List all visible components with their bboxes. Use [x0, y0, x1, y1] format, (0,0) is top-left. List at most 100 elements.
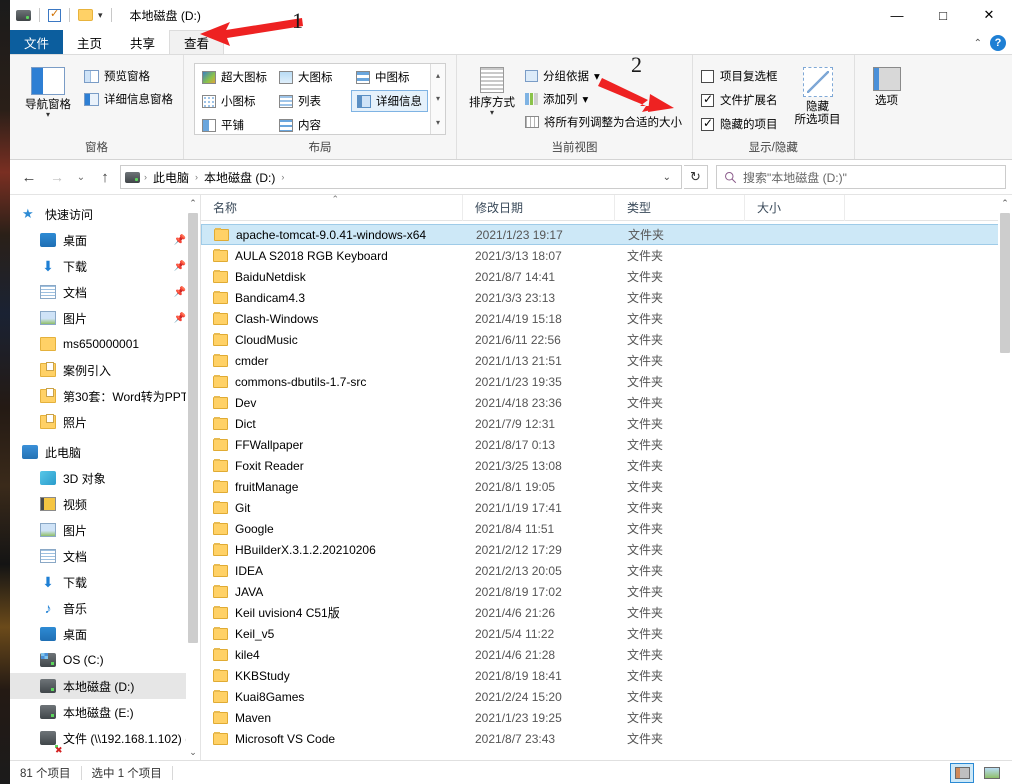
details-pane-button[interactable]: 详细信息窗格 [80, 89, 177, 109]
sidebar-item-desktop[interactable]: 桌面 📌 [10, 227, 200, 253]
table-row[interactable]: Bandicam4.3 2021/3/3 23:13 文件夹 [201, 287, 1012, 308]
drive-icon[interactable] [125, 171, 140, 183]
recent-locations-button[interactable]: ⌄ [72, 164, 90, 190]
hide-selected-items-button[interactable]: 隐藏 所选项目 [788, 63, 848, 127]
table-row[interactable]: commons-dbutils-1.7-src 2021/1/23 19:35 文件… [201, 371, 1012, 392]
column-header-size[interactable]: 大小 [745, 195, 845, 221]
sidebar-scrollbar[interactable]: ⌃ ⌄ [186, 195, 200, 760]
sidebar-item-music[interactable]: ♪ 音乐 [10, 595, 200, 621]
layout-small-icons[interactable]: 小图标 [197, 91, 274, 111]
column-header-name[interactable]: ⌃ 名称 [201, 195, 463, 221]
breadcrumb-separator[interactable]: › [144, 172, 147, 182]
sidebar-item-downloads[interactable]: ⬇ 下载 📌 [10, 253, 200, 279]
gallery-scrollbar[interactable]: ▴ ▾ ▾ [430, 64, 445, 134]
item-checkboxes-option[interactable]: 项目复选框 [699, 66, 780, 86]
new-folder-icon[interactable] [78, 9, 93, 21]
sidebar-item-videos[interactable]: 视频 [10, 491, 200, 517]
options-button[interactable]: 选项 [861, 63, 913, 108]
breadcrumb-local-disk-d[interactable]: 本地磁盘 (D:) [202, 169, 277, 186]
breadcrumb-this-pc[interactable]: 此电脑 [151, 169, 191, 186]
layout-details[interactable]: 详细信息 [351, 90, 428, 112]
table-row[interactable]: Microsoft VS Code 2021/8/7 23:43 文件夹 [201, 728, 1012, 749]
sidebar-item-ms650000001[interactable]: ms650000001 [10, 331, 200, 357]
maximize-button[interactable]: □ [920, 0, 966, 30]
properties-icon[interactable] [48, 7, 61, 22]
sidebar-item-case-intro[interactable]: 案例引入 [10, 357, 200, 383]
table-row[interactable]: Git 2021/1/19 17:41 文件夹 [201, 497, 1012, 518]
back-button[interactable]: ← [16, 164, 42, 190]
sidebar-item-documents[interactable]: 文档 📌 [10, 279, 200, 305]
column-header-type[interactable]: 类型 [615, 195, 745, 221]
table-row[interactable]: fruitManage 2021/8/1 19:05 文件夹 [201, 476, 1012, 497]
gallery-expand-icon[interactable]: ▾ [436, 118, 440, 127]
table-row[interactable]: Maven 2021/1/23 19:25 文件夹 [201, 707, 1012, 728]
table-row[interactable]: FFWallpaper 2021/8/17 0:13 文件夹 [201, 434, 1012, 455]
sidebar-item-local-disk-d[interactable]: 本地磁盘 (D:) [10, 673, 200, 699]
large-icons-view-button[interactable] [980, 763, 1004, 783]
sidebar-item-downloads-pc[interactable]: ⬇ 下载 [10, 569, 200, 595]
table-row[interactable]: Dev 2021/4/18 23:36 文件夹 [201, 392, 1012, 413]
sidebar-item-quick-access[interactable]: ★ 快速访问 [10, 201, 200, 227]
sidebar-item-set30-word-to-ppt[interactable]: 第30套：Word转为PPT [10, 383, 200, 409]
tab-share[interactable]: 共享 [116, 30, 169, 54]
group-by-button[interactable]: 分组依据 ▾ [521, 66, 686, 86]
address-dropdown-icon[interactable]: ⌄ [657, 172, 677, 183]
breadcrumb[interactable]: › 此电脑 › 本地磁盘 (D:) › ⌄ [120, 165, 682, 189]
table-row[interactable]: Clash-Windows 2021/4/19 15:18 文件夹 [201, 308, 1012, 329]
gallery-scroll-down-icon[interactable]: ▾ [436, 94, 440, 103]
chevron-down-icon[interactable]: ▾ [46, 111, 50, 119]
sidebar-item-documents-pc[interactable]: 文档 [10, 543, 200, 569]
chevron-down-icon[interactable]: ▾ [583, 92, 589, 106]
tab-view[interactable]: 查看 [169, 30, 225, 54]
sidebar-item-desktop-pc[interactable]: 桌面 [10, 621, 200, 647]
table-row[interactable]: Keil uvision4 C51版 2021/4/6 21:26 文件夹 [201, 602, 1012, 623]
forward-button[interactable]: → [44, 164, 70, 190]
breadcrumb-separator[interactable]: › [281, 172, 284, 182]
sidebar-item-os-c[interactable]: OS (C:) [10, 647, 200, 673]
table-row[interactable]: Keil_v5 2021/5/4 11:22 文件夹 [201, 623, 1012, 644]
tab-file[interactable]: 文件 [10, 30, 64, 54]
up-button[interactable]: ↑ [92, 164, 118, 190]
sidebar-item-photos[interactable]: 照片 [10, 409, 200, 435]
table-row[interactable]: IDEA 2021/2/13 20:05 文件夹 [201, 560, 1012, 581]
table-row[interactable]: Dict 2021/7/9 12:31 文件夹 [201, 413, 1012, 434]
table-row[interactable]: Google 2021/8/4 11:51 文件夹 [201, 518, 1012, 539]
fit-columns-button[interactable]: 将所有列调整为合适的大小 [521, 112, 686, 132]
details-view-button[interactable] [950, 762, 974, 783]
pin-icon[interactable]: 📌 [174, 261, 186, 272]
close-button[interactable]: ✕ [966, 0, 1012, 30]
table-row[interactable]: BaiduNetdisk 2021/8/7 14:41 文件夹 [201, 266, 1012, 287]
sidebar-item-pictures-pc[interactable]: 图片 [10, 517, 200, 543]
scrollbar-thumb[interactable] [1000, 213, 1010, 353]
tab-home[interactable]: 主页 [63, 30, 116, 54]
layout-tiles[interactable]: 平铺 [197, 115, 274, 135]
help-icon[interactable]: ? [990, 35, 1006, 51]
file-list-scrollbar[interactable]: ⌃ [998, 195, 1012, 760]
search-input[interactable]: 搜索"本地磁盘 (D:)" [716, 165, 1006, 189]
table-row[interactable]: apache-tomcat-9.0.41-windows-x64 2021/1/2… [201, 224, 1012, 245]
collapse-ribbon-icon[interactable]: ⌃ [974, 38, 982, 49]
preview-pane-button[interactable]: 预览窗格 [80, 66, 177, 86]
sidebar-item-pictures[interactable]: 图片 📌 [10, 305, 200, 331]
minimize-button[interactable]: — [874, 0, 920, 30]
layout-medium-icons[interactable]: 中图标 [351, 67, 428, 87]
chevron-down-icon[interactable]: ▾ [490, 109, 494, 117]
layout-extra-large-icons[interactable]: 超大图标 [197, 67, 274, 87]
pin-icon[interactable]: 📌 [174, 287, 186, 298]
pin-icon[interactable]: 📌 [174, 235, 186, 246]
navigation-pane-button[interactable]: 导航窗格 ▾ [16, 63, 80, 119]
hidden-items-option[interactable]: 隐藏的项目 [699, 114, 780, 134]
table-row[interactable]: JAVA 2021/8/19 17:02 文件夹 [201, 581, 1012, 602]
chevron-down-icon[interactable]: ▾ [594, 69, 600, 83]
scroll-up-icon[interactable]: ⌃ [998, 195, 1012, 211]
table-row[interactable]: Foxit Reader 2021/3/25 13:08 文件夹 [201, 455, 1012, 476]
sidebar-item-this-pc[interactable]: 此电脑 [10, 439, 200, 465]
refresh-button[interactable]: ↻ [684, 165, 708, 189]
table-row[interactable]: AULA S2018 RGB Keyboard 2021/3/13 18:07 文件… [201, 245, 1012, 266]
table-row[interactable]: kile4 2021/4/6 21:28 文件夹 [201, 644, 1012, 665]
sort-by-button[interactable]: 排序方式 ▾ [463, 63, 521, 117]
layout-large-icons[interactable]: 大图标 [274, 67, 351, 87]
checkbox-file-extensions[interactable] [701, 92, 714, 107]
sidebar-item-3d-objects[interactable]: 3D 对象 [10, 465, 200, 491]
table-row[interactable]: CloudMusic 2021/6/11 22:56 文件夹 [201, 329, 1012, 350]
